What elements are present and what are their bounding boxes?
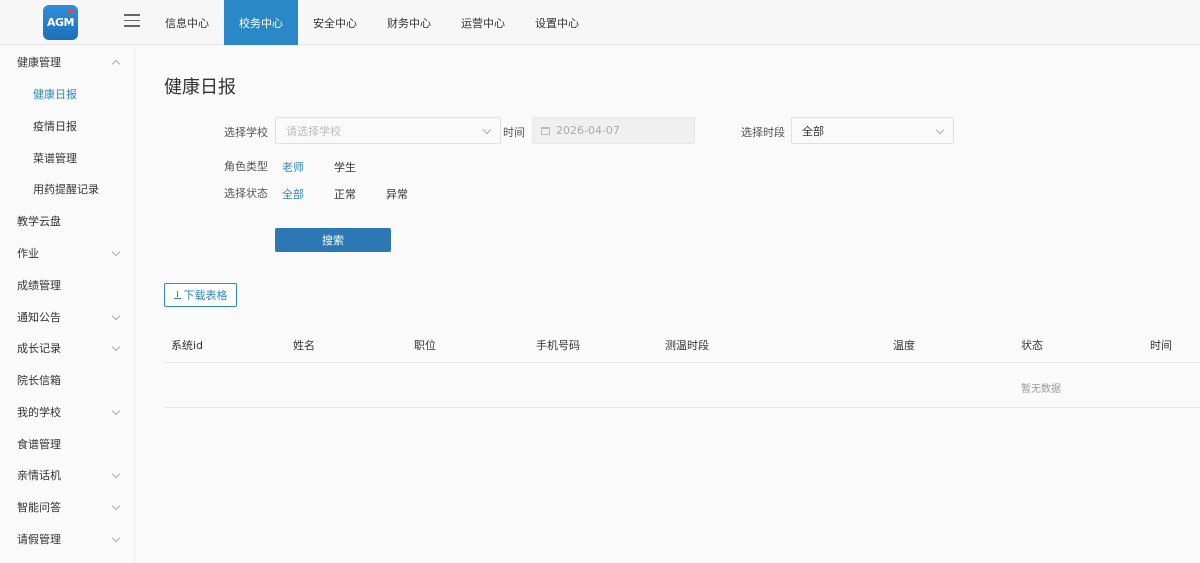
sidebar-item-label: 用药提醒记录 xyxy=(33,183,99,196)
role-option-teacher[interactable]: 老师 xyxy=(282,159,304,175)
column-header[interactable]: 职位 xyxy=(414,337,436,353)
sidebar-item-label: 食谱管理 xyxy=(17,438,61,451)
chevron-down-icon xyxy=(111,247,121,257)
role-option-student[interactable]: 学生 xyxy=(334,159,356,175)
status-option-all[interactable]: 全部 xyxy=(282,186,304,202)
period-select[interactable]: 全部 xyxy=(791,117,954,144)
date-input[interactable]: 2026-04-07 xyxy=(532,117,695,144)
top-nav: 信息中心 校务中心 安全中心 财务中心 运营中心 设置中心 xyxy=(150,0,594,45)
sidebar-item-medication[interactable]: 用药提醒记录 xyxy=(0,177,135,201)
nav-item-operations-center[interactable]: 运营中心 xyxy=(446,0,520,45)
sidebar-item-label: 成长记录 xyxy=(17,342,61,355)
sidebar-item-label: 通知公告 xyxy=(17,311,61,324)
sidebar-item-label: 健康管理 xyxy=(17,56,61,69)
logo-text: AGM xyxy=(47,16,75,29)
school-select[interactable]: 请选择学校 xyxy=(275,117,501,144)
sidebar-item-notices[interactable]: 通知公告 xyxy=(0,305,135,329)
school-label: 选择学校 xyxy=(224,126,268,139)
sidebar-item-label: 请假管理 xyxy=(17,533,61,546)
chevron-down-icon xyxy=(935,125,945,135)
nav-item-safety-center[interactable]: 安全中心 xyxy=(298,0,372,45)
sidebar-item-recipe[interactable]: 菜谱管理 xyxy=(0,146,135,170)
nav-item-info-center[interactable]: 信息中心 xyxy=(150,0,224,45)
sidebar-item-label: 健康日报 xyxy=(33,88,77,101)
sidebar-item-mailbox[interactable]: 院长信箱 xyxy=(0,368,135,392)
download-icon xyxy=(173,291,181,299)
page-title: 健康日报 xyxy=(164,77,236,98)
sidebar-item-label: 成绩管理 xyxy=(17,279,61,292)
chevron-down-icon xyxy=(482,125,492,135)
sidebar-item-label: 我的学校 xyxy=(17,406,61,419)
nav-item-school-affairs[interactable]: 校务中心 xyxy=(224,0,298,45)
period-select-value: 全部 xyxy=(802,124,824,138)
column-header[interactable]: 温度 xyxy=(893,337,915,353)
sidebar-item-label: 亲情话机 xyxy=(17,469,61,482)
calendar-icon xyxy=(541,126,550,135)
sidebar-item-growth[interactable]: 成长记录 xyxy=(0,336,135,360)
status-option-normal[interactable]: 正常 xyxy=(334,186,356,202)
table-header: 系统id 姓名 职位 手机号码 测温时段 温度 状态 时间 xyxy=(164,325,1200,363)
school-select-placeholder: 请选择学校 xyxy=(286,124,341,138)
chevron-down-icon xyxy=(111,406,121,416)
menu-toggle-icon[interactable] xyxy=(124,14,140,28)
sidebar-item-homework[interactable]: 作业 xyxy=(0,241,135,265)
chevron-down-icon xyxy=(111,342,121,352)
table-body: 暂无数据 xyxy=(164,364,1200,408)
chevron-up-icon xyxy=(111,59,121,69)
sidebar-item-label: 疫情日报 xyxy=(33,120,77,133)
sidebar-item-health[interactable]: 健康管理 xyxy=(0,50,135,74)
status-option-abnormal[interactable]: 异常 xyxy=(386,186,408,202)
time-label: 时间 xyxy=(503,126,525,139)
download-table-button[interactable]: 下载表格 xyxy=(164,283,237,307)
column-header[interactable]: 测温时段 xyxy=(665,337,709,353)
sidebar-item-label: 教学云盘 xyxy=(17,215,61,228)
sidebar-item-epidemic-daily[interactable]: 疫情日报 xyxy=(0,114,135,138)
sidebar-item-qa[interactable]: 智能问答 xyxy=(0,495,135,519)
role-label: 角色类型 xyxy=(224,160,268,173)
column-header[interactable]: 姓名 xyxy=(293,337,315,353)
sidebar-item-label: 作业 xyxy=(17,247,39,260)
logo-area: AGM xyxy=(0,0,121,45)
sidebar-item-label: 院长信箱 xyxy=(17,374,61,387)
date-value: 2026-04-07 xyxy=(556,124,620,137)
search-button[interactable]: 搜索 xyxy=(275,228,391,252)
empty-state-text: 暂无数据 xyxy=(1021,384,1061,395)
logo-dot-icon xyxy=(68,9,73,14)
download-button-label: 下载表格 xyxy=(183,289,228,302)
column-header[interactable]: 手机号码 xyxy=(536,337,580,353)
chevron-down-icon xyxy=(111,469,121,479)
chevron-down-icon xyxy=(111,501,121,511)
nav-item-finance-center[interactable]: 财务中心 xyxy=(372,0,446,45)
nav-item-settings-center[interactable]: 设置中心 xyxy=(520,0,594,45)
chevron-down-icon xyxy=(111,311,121,321)
app-logo[interactable]: AGM xyxy=(43,5,78,40)
period-label: 选择时段 xyxy=(741,126,785,139)
top-bar: AGM 信息中心 校务中心 安全中心 财务中心 运营中心 设置中心 xyxy=(0,0,1200,45)
sidebar-item-grades[interactable]: 成绩管理 xyxy=(0,273,135,297)
column-header[interactable]: 系统id xyxy=(171,337,203,353)
sidebar-item-leave[interactable]: 请假管理 xyxy=(0,527,135,551)
column-header[interactable]: 时间 xyxy=(1150,337,1172,353)
sidebar-item-my-school[interactable]: 我的学校 xyxy=(0,400,135,424)
sidebar-item-family-phone[interactable]: 亲情话机 xyxy=(0,463,135,487)
column-header[interactable]: 状态 xyxy=(1021,337,1043,353)
chevron-down-icon xyxy=(111,533,121,543)
sidebar-item-label: 智能问答 xyxy=(17,501,61,514)
sidebar-item-cloud-drive[interactable]: 教学云盘 xyxy=(0,209,135,233)
sidebar-item-health-daily[interactable]: 健康日报 xyxy=(0,82,135,106)
sidebar: 健康管理 健康日报 疫情日报 菜谱管理 用药提醒记录 教学云盘 作业 成绩管理 … xyxy=(0,45,135,563)
sidebar-item-label: 菜谱管理 xyxy=(33,152,77,165)
status-label: 选择状态 xyxy=(224,187,268,200)
sidebar-item-menu[interactable]: 食谱管理 xyxy=(0,432,135,456)
